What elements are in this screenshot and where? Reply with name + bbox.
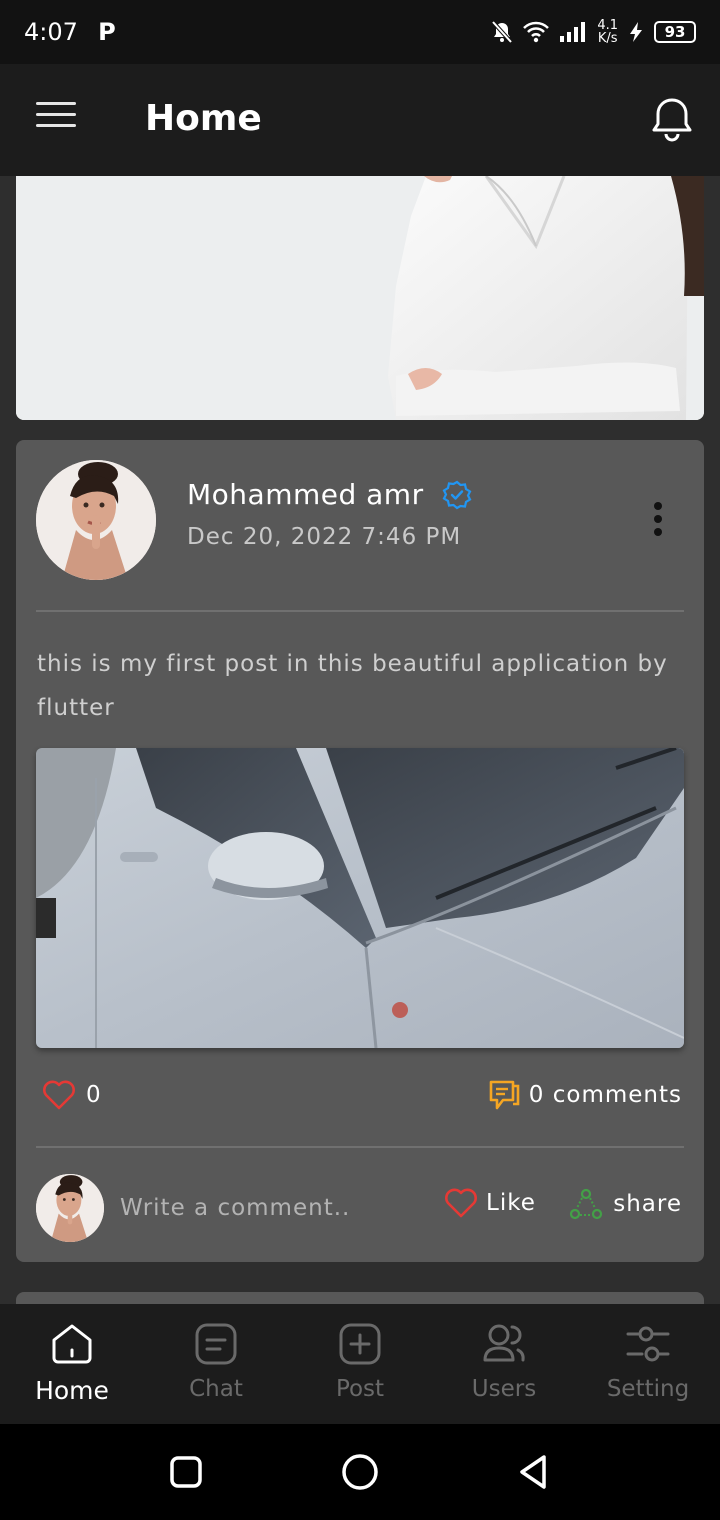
status-bar: 4:07 P 4.1 K/s 93 [0,0,720,64]
avatar-photo [36,460,156,580]
mute-bell-icon [491,20,513,44]
circle-icon[interactable] [340,1452,380,1492]
likes-number: 0 [86,1082,101,1108]
author-avatar[interactable] [36,460,156,580]
square-icon[interactable] [166,1452,206,1492]
comments-label: 0 comments [528,1082,682,1108]
net-speed: 4.1 K/s [597,19,618,45]
divider [36,1146,684,1148]
nav-users-label: Users [471,1376,537,1402]
nav-home-label: Home [35,1376,109,1405]
like-label: Like [486,1190,536,1216]
share-icon [570,1188,603,1220]
post-card: Mohammed amr Dec 20, 2022 7:46 PM this i… [16,440,704,1262]
chat-icon [195,1323,237,1365]
current-user-avatar [36,1174,104,1242]
screen: 4:07 P 4.1 K/s 93 Home Mohammed amr Dec … [0,0,720,1520]
avatar-photo [36,1174,104,1242]
nav-post-label: Post [335,1376,385,1402]
share-label: share [613,1191,682,1217]
battery-indicator: 93 [654,21,696,43]
page-title: Home [145,98,262,139]
status-time: 4:07 [24,18,78,46]
bell-icon[interactable] [650,96,694,144]
heart-icon [445,1188,477,1218]
author-name[interactable]: Mohammed amr [187,478,424,511]
triangle-back-icon[interactable] [514,1452,554,1492]
comment-icon [489,1080,520,1110]
nav-home[interactable]: Home [0,1304,144,1424]
heart-icon [43,1080,75,1110]
comments-count[interactable]: 0 comments [487,1078,682,1112]
author-row: Mohammed amr [187,478,472,511]
wifi-icon [523,21,550,43]
system-nav-bar [0,1424,720,1520]
banner-image [16,176,704,420]
post-image[interactable] [36,748,684,1048]
feed[interactable]: Mohammed amr Dec 20, 2022 7:46 PM this i… [0,176,720,1304]
nav-post[interactable]: Post [288,1304,432,1424]
add-post-icon [339,1323,381,1365]
next-post-card [16,1292,704,1304]
net-speed-unit: K/s [597,31,618,46]
more-options-icon[interactable] [648,502,668,538]
nav-chat-label: Chat [189,1376,243,1402]
car-photo [36,748,684,1048]
post-date: Dec 20, 2022 7:46 PM [187,524,462,550]
banner-photo [16,176,704,420]
settings-sliders-icon [626,1326,670,1362]
app-notification-icon: P [98,18,116,46]
signal-icon [560,22,586,42]
nav-setting[interactable]: Setting [576,1304,720,1424]
charging-icon [630,22,642,42]
comment-input[interactable] [120,1188,420,1228]
nav-setting-label: Setting [606,1376,690,1402]
home-icon [52,1324,92,1364]
status-icons: 4.1 K/s 93 [491,19,696,45]
likes-count[interactable]: 0 [42,1080,101,1110]
share-button[interactable]: share [569,1188,682,1220]
verified-badge-icon [442,480,472,509]
nav-chat[interactable]: Chat [144,1304,288,1424]
divider [36,610,684,612]
app-bar: Home [0,64,720,176]
like-button[interactable]: Like [444,1188,536,1218]
hamburger-menu-icon[interactable] [36,102,76,132]
users-icon [483,1324,525,1362]
nav-users[interactable]: Users [432,1304,576,1424]
post-text: this is my first post in this beautiful … [37,651,668,721]
bottom-nav: Home Chat Post Users Setting [0,1304,720,1424]
